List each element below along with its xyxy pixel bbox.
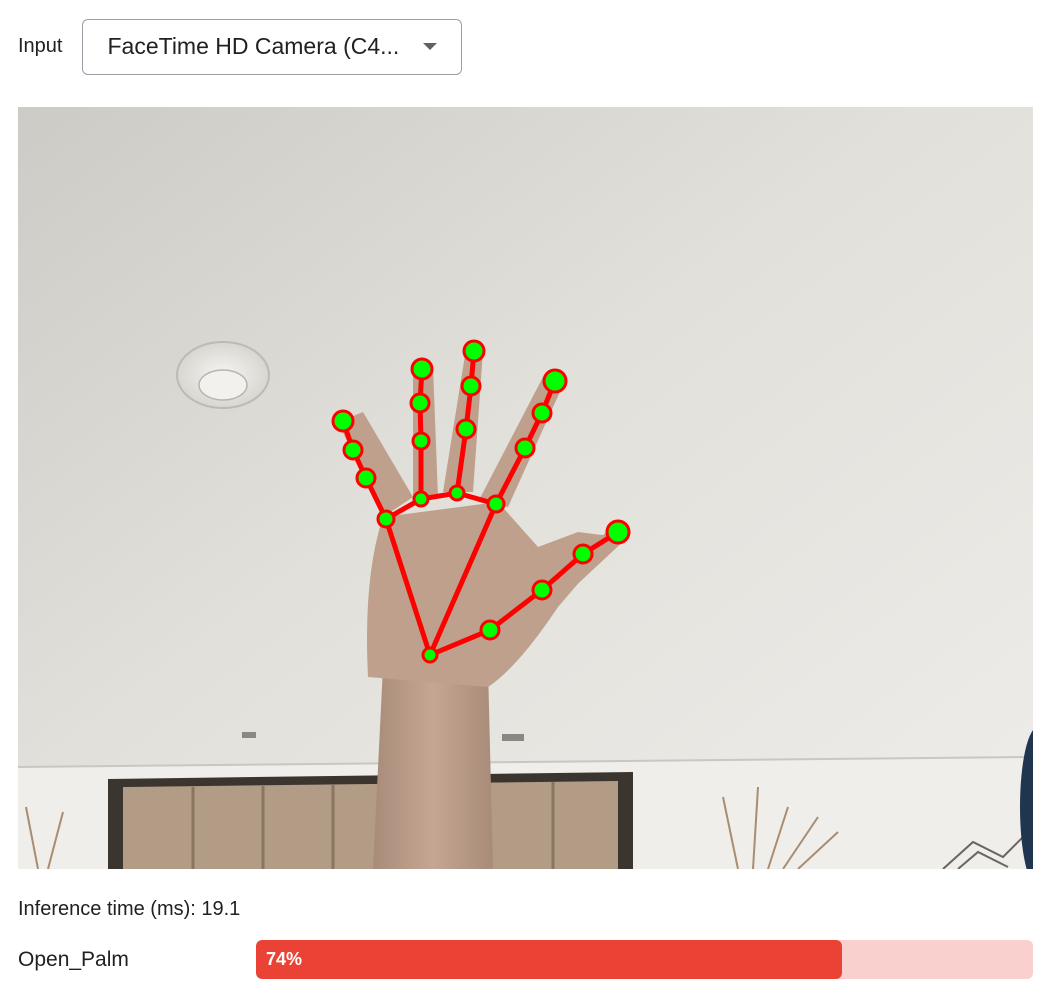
landmark-pinky-dip [342, 439, 364, 461]
landmark-index-tip [542, 368, 568, 394]
landmark-thumb-mcp [531, 579, 553, 601]
gesture-name: Open_Palm [18, 948, 129, 971]
landmark-index-pip [514, 437, 536, 459]
landmark-ring-pip [411, 431, 431, 451]
gesture-result: Open_Palm 74% [18, 940, 1033, 980]
input-label: Input [18, 35, 63, 57]
confidence-bar-fill [256, 940, 842, 979]
landmark-pinky-mcp [376, 509, 396, 529]
confidence-bar-track: 74% [256, 940, 1033, 979]
vent-left [242, 732, 256, 738]
landmark-middle-mcp [448, 484, 466, 502]
vent-right [502, 734, 524, 741]
landmark-ring-tip [410, 357, 434, 381]
landmark-middle-dip [460, 375, 482, 397]
landmark-thumb-ip [572, 543, 594, 565]
camera-feed [18, 107, 1033, 869]
headboard [108, 772, 633, 869]
camera-feed-canvas [18, 107, 1033, 869]
landmark-pinky-pip [355, 467, 377, 489]
landmark-wrist [421, 646, 439, 664]
landmark-index-dip [531, 402, 553, 424]
camera-select-value: FaceTime HD Camera (C4... [107, 33, 400, 59]
input-selector-row: Input FaceTime HD Camera (C4... [18, 18, 463, 75]
landmark-thumb-cmc [479, 619, 501, 641]
landmark-ring-mcp [412, 490, 430, 508]
landmark-index-mcp [486, 494, 506, 514]
caret-down-icon[interactable] [423, 43, 438, 50]
landmark-middle-pip [455, 418, 477, 440]
camera-select[interactable]: FaceTime HD Camera (C4... [82, 18, 463, 75]
ceiling-background [18, 107, 1033, 869]
landmark-pinky-tip [331, 409, 355, 433]
landmark-thumb-tip [605, 519, 631, 545]
smoke-detector [176, 341, 270, 409]
landmark-middle-tip [462, 339, 486, 363]
confidence-score: 74% [266, 949, 303, 969]
landmark-ring-dip [409, 392, 431, 414]
inference-time: Inference time (ms): 19.1 [18, 898, 241, 920]
